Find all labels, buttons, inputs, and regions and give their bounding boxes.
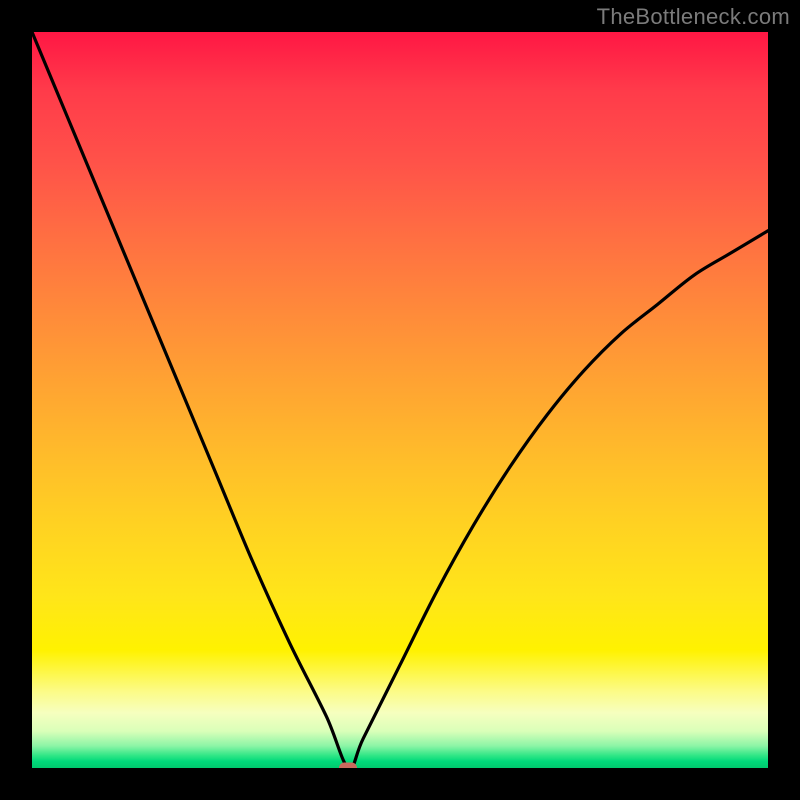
gradient-background: [32, 32, 768, 768]
plot-area: [32, 32, 768, 768]
chart-frame: TheBottleneck.com: [0, 0, 800, 800]
watermark-text: TheBottleneck.com: [597, 4, 790, 30]
